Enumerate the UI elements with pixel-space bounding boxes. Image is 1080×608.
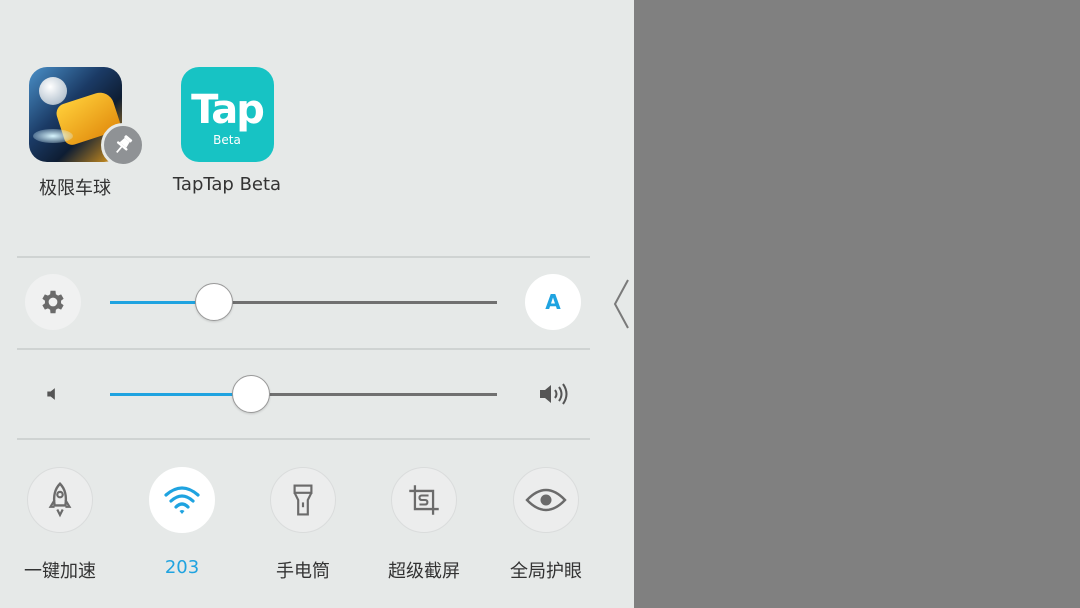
brightness-slider[interactable]: [110, 283, 497, 321]
toggle-circle[interactable]: [391, 467, 457, 533]
speaker-high-icon: [534, 378, 574, 410]
flashlight-icon: [293, 484, 313, 516]
toggle-label: 一键加速: [24, 561, 96, 582]
brightness-slider-thumb[interactable]: [195, 283, 233, 321]
screenshot-icon: [409, 485, 439, 515]
taptap-logo-text: Tap: [191, 86, 265, 133]
toggle-label: 203: [164, 557, 200, 578]
recent-app-taptap[interactable]: Tap Beta TapTap Beta: [152, 67, 302, 195]
auto-brightness-button[interactable]: A: [525, 274, 581, 330]
divider: [17, 438, 590, 440]
dimmed-background[interactable]: [634, 0, 1080, 608]
game-ball-art: [38, 77, 67, 105]
pin-icon[interactable]: [101, 123, 145, 167]
toggle-flashlight[interactable]: 手电筒: [243, 467, 363, 583]
brightness-settings-button[interactable]: [25, 274, 81, 330]
volume-slider[interactable]: [110, 375, 497, 413]
toggle-screenshot[interactable]: 超级截屏: [364, 467, 484, 583]
toggle-circle[interactable]: [513, 467, 579, 533]
toggle-label: 全局护眼: [510, 561, 582, 582]
eye-icon: [525, 488, 567, 512]
taptap-app-icon[interactable]: Tap Beta: [180, 67, 274, 162]
taptap-logo-subtext: Beta: [213, 132, 241, 147]
toggle-eye-care[interactable]: 全局护眼: [486, 467, 606, 583]
chevron-left-icon: [613, 279, 629, 329]
toggle-circle[interactable]: [27, 467, 93, 533]
divider: [17, 256, 590, 258]
quick-panel: 极限车球 Tap Beta TapTap Beta A 一键加速 203 手电筒…: [0, 0, 634, 608]
toggle-circle[interactable]: [270, 467, 336, 533]
app-label: 极限车球: [39, 178, 111, 199]
toggle-label: 手电筒: [276, 561, 330, 582]
toggle-wifi[interactable]: 203: [122, 467, 242, 578]
speaker-low-icon: [40, 380, 68, 408]
toggle-circle[interactable]: [149, 467, 215, 533]
game-glow-art: [32, 129, 73, 143]
divider: [17, 348, 590, 350]
volume-slider-thumb[interactable]: [232, 375, 270, 413]
collapse-panel-handle[interactable]: [606, 276, 636, 332]
toggle-label: 超级截屏: [388, 561, 460, 582]
wifi-icon: [164, 486, 200, 514]
app-label: TapTap Beta: [172, 174, 282, 195]
rocket-icon: [48, 481, 72, 518]
toggle-boost[interactable]: 一键加速: [0, 467, 120, 583]
volume-fill: [110, 393, 251, 396]
pushpin-icon: [116, 135, 133, 154]
auto-brightness-label: A: [545, 290, 561, 314]
gear-icon: [42, 290, 64, 314]
